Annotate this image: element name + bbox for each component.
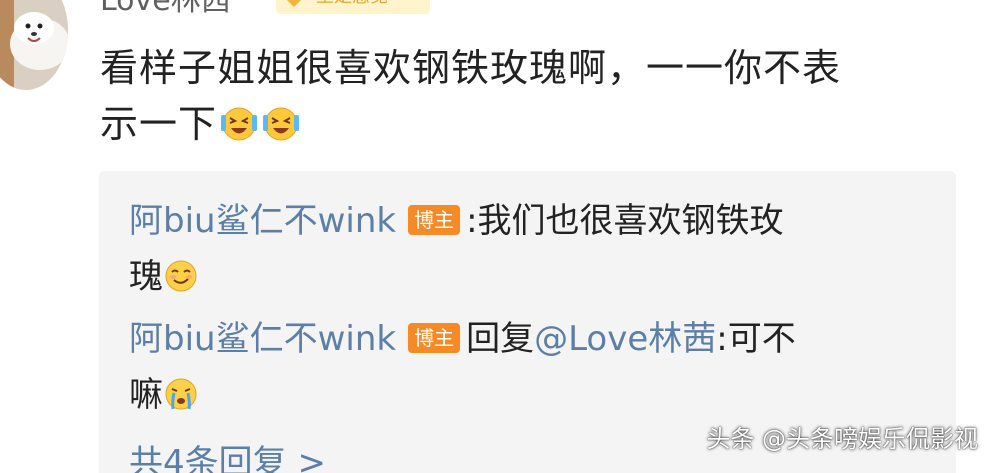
fan-badge[interactable]: 至是感觉 [276,0,430,14]
watermark: 头条 @头条嗙娱乐侃影视 [706,425,978,453]
smirk-emoji-icon [165,260,197,292]
host-tag-badge: 博主 [408,323,461,353]
reply-text-line-2: 瑰 [129,257,163,297]
fan-badge-label: 至是感觉 [316,0,388,8]
laughing-crying-emoji-icon [263,107,300,141]
reply-line-1: 阿biu鲨仁不wink 博主 回复@Love林茜:可不 [129,311,929,367]
mention-link[interactable]: @Love林茜 [534,319,716,359]
laughing-crying-emoji-icon [221,107,258,141]
badge-heart-icon [287,0,301,7]
reply-line-1: 阿biu鲨仁不wink 博主:我们也很喜欢钢铁玫 [129,193,929,249]
reply-item[interactable]: 阿biu鲨仁不wink 博主:我们也很喜欢钢铁玫 瑰 [129,193,929,305]
host-tag-badge: 博主 [408,205,461,235]
reply-item[interactable]: 阿biu鲨仁不wink 博主 回复@Love林茜:可不 嘛 [129,311,929,423]
avatar-photo [0,0,68,90]
comment-text-line-2-wrap: 示一下 [100,96,960,152]
reply-author-link[interactable]: 阿biu鲨仁不wink [129,201,396,241]
reply-text-line-1: :可不 [716,319,796,359]
comment-text-line-1: 看样子姐姐很喜欢钢铁玫瑰啊，一一你不表 [100,46,842,90]
comment-text-line-2: 示一下 [100,102,218,146]
reply-line-2: 瑰 [129,249,929,305]
reply-author-link[interactable]: 阿biu鲨仁不wink [129,319,396,359]
reply-text-line-2: 嘛 [129,375,163,415]
reply-text-line-1: :我们也很喜欢钢铁玫 [466,201,784,241]
comment-screen: Love林茜 至是感觉 看样子姐姐很喜欢钢铁玫瑰啊，一一你不表 示一下 [0,0,992,473]
reply-prefix: 回复 [466,319,535,359]
comment-body: 看样子姐姐很喜欢钢铁玫瑰啊，一一你不表 示一下 [100,40,960,152]
more-replies-link[interactable]: 共4条回复 > [129,435,326,473]
avatar[interactable] [0,0,68,90]
crying-emoji-icon [165,378,197,410]
comment-username[interactable]: Love林茜 [100,0,231,16]
reply-line-2: 嘛 [129,367,929,423]
